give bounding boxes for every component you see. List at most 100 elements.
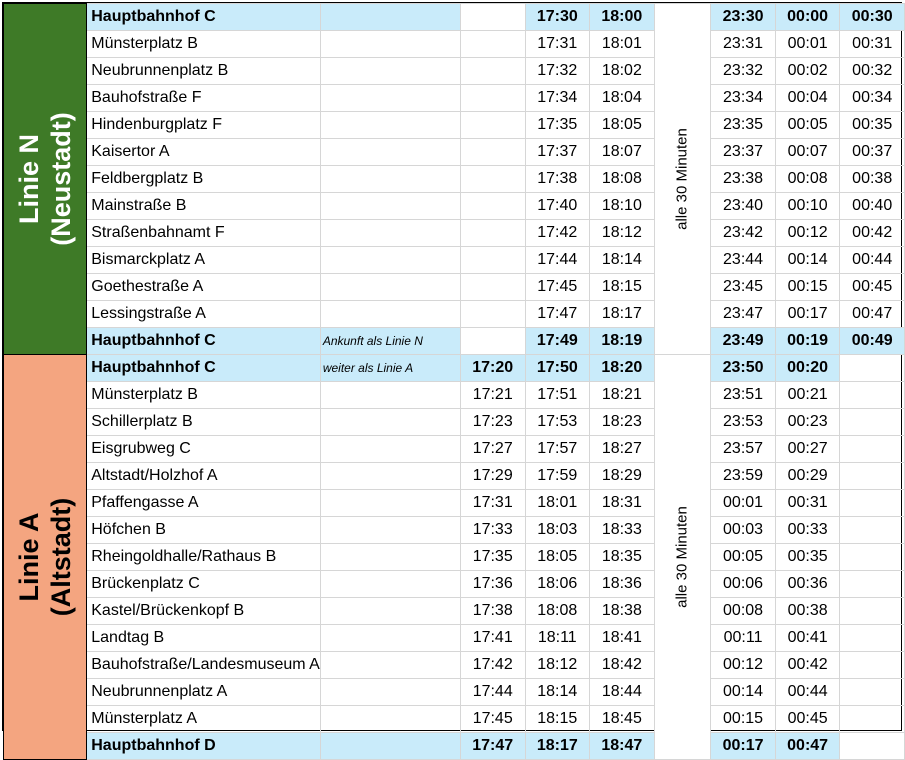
line-a-label: Linie A (Altstadt) [2,354,88,760]
departure-time: 18:05 [589,111,655,139]
departure-time: 18:14 [589,246,655,274]
stop-note: Ankunft als Linie N [319,327,461,355]
departure-time: 18:04 [589,84,655,112]
departure-time [459,111,526,139]
departure-time [459,138,526,166]
departure-time: 18:00 [589,3,655,31]
late-departure-time: 00:08 [774,165,841,193]
late-departure-time: 00:12 [774,219,841,247]
departure-time: 18:42 [589,651,655,679]
departure-time [459,327,526,355]
stop-note [319,246,461,274]
departure-time: 18:02 [589,57,655,85]
departure-time: 18:21 [589,381,655,409]
late-departure-time [839,408,905,436]
stop-note [319,84,461,112]
late-departure-time: 00:15 [710,705,776,733]
frequency-note: alle 30 Minuten [653,354,712,760]
stop-name: Bismarckplatz A [86,246,321,274]
stop-note [319,570,461,598]
late-departure-time [839,624,905,652]
departure-time: 18:11 [524,624,591,652]
late-departure-time: 23:34 [710,84,776,112]
departure-time: 18:19 [589,327,655,355]
stop-note: weiter als Linie A [319,354,461,382]
late-departure-time: 00:01 [774,30,841,58]
line-a-subtitle: (Altstadt) [46,497,77,617]
late-departure-time [839,570,905,598]
late-departure-time: 00:49 [839,327,905,355]
late-departure-time: 00:38 [839,165,905,193]
departure-time: 17:29 [459,462,526,490]
table-row: Neubrunnenplatz A 17:44 18:14 18:44 00:14 00:… [4,678,905,706]
stop-note [319,435,461,463]
departure-time: 17:35 [524,111,591,139]
late-departure-time: 00:04 [774,84,841,112]
stop-name: Mainstraße B [86,192,321,220]
departure-time: 18:33 [589,516,655,544]
late-departure-time: 00:00 [774,3,841,31]
departure-time: 17:47 [524,300,591,328]
departure-time: 17:38 [524,165,591,193]
departure-time: 17:34 [524,84,591,112]
stop-note [319,732,461,760]
late-departure-time: 00:47 [774,732,841,760]
departure-time: 18:08 [524,597,591,625]
departure-time: 18:06 [524,570,591,598]
departure-time [459,300,526,328]
table-row: Höfchen B 17:33 18:03 18:33 00:03 00:33 [4,516,905,544]
table-row: Bismarckplatz A 17:44 18:14 23:44 00:14 00:44 [4,246,905,274]
departure-time: 18:07 [589,138,655,166]
stop-note [319,138,461,166]
table-row: Straßenbahnamt F 17:42 18:12 23:42 00:12 00:4… [4,219,905,247]
table-row: Feldbergplatz B 17:38 18:08 23:38 00:08 00:38 [4,165,905,193]
late-departure-time: 23:32 [710,57,776,85]
departure-time: 17:31 [459,489,526,517]
stop-note [319,219,461,247]
late-departure-time: 00:47 [839,300,905,328]
late-departure-time [839,651,905,679]
late-departure-time: 00:45 [774,705,841,733]
stop-name: Neubrunnenplatz B [86,57,321,85]
stop-note [319,300,461,328]
departure-time: 17:53 [524,408,591,436]
departure-time: 18:41 [589,624,655,652]
late-departure-time [839,354,905,382]
stop-name: Pfaffengasse A [86,489,321,517]
departure-time: 17:32 [524,57,591,85]
departure-time: 18:35 [589,543,655,571]
stop-name: Kastel/Brückenkopf B [86,597,321,625]
late-departure-time: 00:20 [774,354,841,382]
stop-note [319,678,461,706]
late-departure-time: 00:44 [839,246,905,274]
departure-time: 17:20 [459,354,526,382]
stop-note [319,543,461,571]
departure-time: 17:30 [524,3,591,31]
departure-time [459,219,526,247]
departure-time: 17:49 [524,327,591,355]
table-row: Bauhofstraße F 17:34 18:04 23:34 00:04 00:34 [4,84,905,112]
departure-time: 17:42 [459,651,526,679]
departure-time [459,165,526,193]
late-departure-time: 00:14 [710,678,776,706]
late-departure-time: 00:15 [774,273,841,301]
stop-name: Schillerplatz B [86,408,321,436]
late-departure-time: 00:01 [710,489,776,517]
departure-time: 17:44 [524,246,591,274]
departure-time: 17:21 [459,381,526,409]
frequency-text: alle 30 Minuten [673,506,691,608]
late-departure-time: 23:38 [710,165,776,193]
late-departure-time: 00:30 [839,3,905,31]
stop-name: Münsterplatz A [86,705,321,733]
late-departure-time: 23:50 [710,354,776,382]
late-departure-time [839,516,905,544]
table-row: Goethestraße A 17:45 18:15 23:45 00:15 00:45 [4,273,905,301]
departure-time: 17:36 [459,570,526,598]
departure-time [459,84,526,112]
late-departure-time: 00:05 [710,543,776,571]
late-departure-time: 23:51 [710,381,776,409]
late-departure-time [839,597,905,625]
stop-name: Altstadt/Holzhof A [86,462,321,490]
late-departure-time: 23:37 [710,138,776,166]
late-departure-time: 00:21 [774,381,841,409]
